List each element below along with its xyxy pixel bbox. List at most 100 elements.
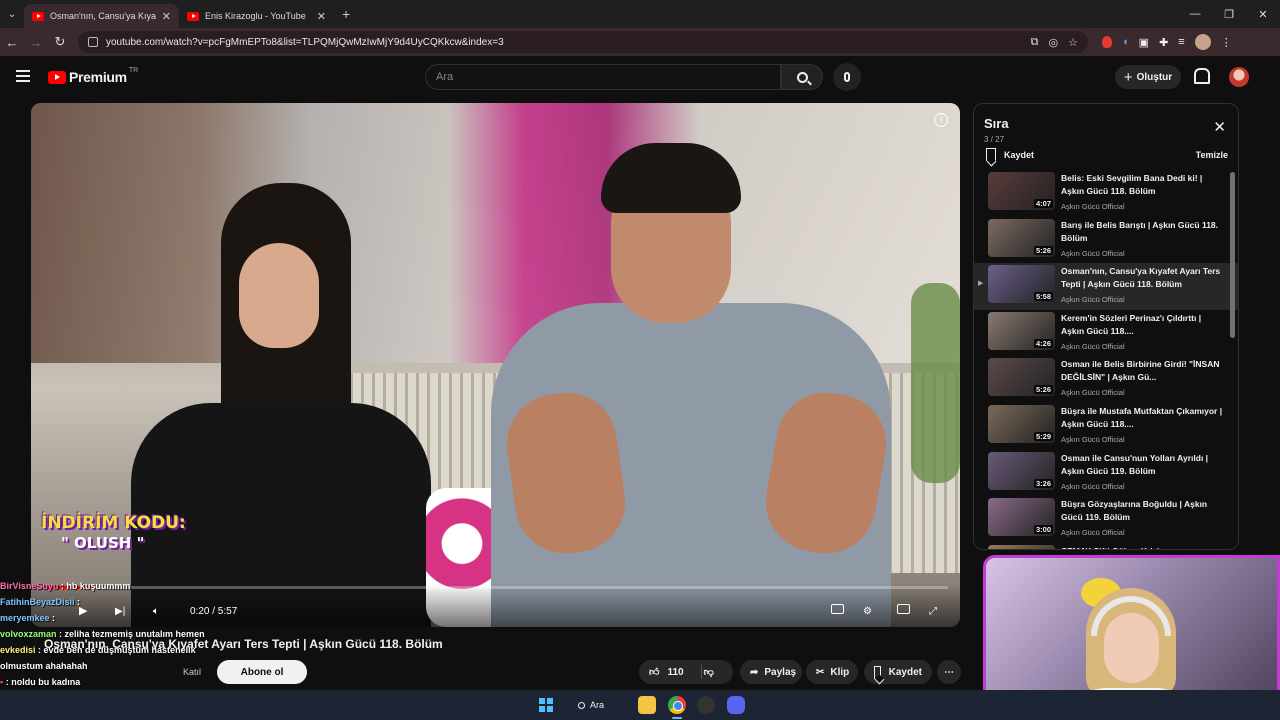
create-button[interactable]: + Oluştur [1115,65,1181,89]
like-dislike-button[interactable]: 👍︎ 110 👎︎ [639,660,733,684]
video-thumbnail[interactable] [988,544,1055,549]
browser-tab[interactable]: Enis Kirazoglu - YouTube ✕ [179,4,334,28]
queue-scrollbar[interactable] [1230,172,1235,338]
close-queue-icon[interactable]: ✕ [1213,118,1226,136]
queue-item[interactable]: ▶ 5:58 Osman'nın, Cansu'ya Kıyafet Ayarı T… [974,263,1238,310]
more-actions-button[interactable]: ⋯ [937,660,961,684]
queue-item[interactable]: 3:26 Osman ile Cansu'nun Yolları Ayrıldı … [974,450,1238,497]
minimize-icon[interactable]: — [1178,0,1212,28]
like-count: 110 [667,666,684,678]
queue-index: ▶ [978,280,984,288]
queue-item[interactable]: 5:29 Büşra ile Mustafa Mutfaktan Çıkamıyo… [974,403,1238,450]
youtube-logo[interactable]: Premium TR [48,67,138,85]
queue-item-title[interactable]: Osman ile Belis Birbirine Girdi! "İNSAN … [1061,358,1226,384]
queue-item-title[interactable]: Belis: Eski Sevgilim Bana Dedi ki! | Aşk… [1061,172,1226,198]
chat-message: FatihinBeyazDisii : [0,597,81,607]
video-thumbnail[interactable]: 3:00 [988,498,1055,537]
extension-red-icon[interactable] [1102,36,1112,48]
save-button[interactable]: Kaydet [864,660,932,684]
video-thumbnail[interactable]: 4:26 [988,311,1055,350]
bookmark-star-icon[interactable]: ☆ [1068,36,1078,49]
video-thumbnail[interactable]: 5:26 [988,358,1055,397]
eye-off-icon[interactable]: ◎ [1049,36,1059,49]
tab-title: Enis Kirazoglu - YouTube [205,11,306,21]
bookmark-icon [874,665,881,679]
queue-item-title[interactable]: Osman'nın, Cansu'ya Kıyafet Ayarı Ters T… [1061,265,1226,291]
thumbs-down-icon[interactable]: 👎︎ [704,666,714,678]
queue-item-title[interactable]: Osman ile Cansu'nun Yolları Ayrıldı | Aş… [1061,452,1226,478]
queue-item-title[interactable]: CEMAY Çifti Gülme Krizine... [1061,545,1226,549]
queue-item-title[interactable]: Barış ile Belis Barıştı | Aşkın Gücü 118… [1061,219,1226,245]
notifications-bell-icon[interactable] [1193,68,1210,84]
subtitles-icon[interactable] [831,604,844,617]
browser-tab-active[interactable]: Osman'nın, Cansu'ya Kıyafet Ay ✕ [24,4,179,28]
queue-clear-button[interactable]: Temizle [1196,150,1228,160]
settings-gear-icon[interactable]: ⚙ [863,606,872,617]
video-thumbnail[interactable]: 5:29 [988,404,1055,443]
new-tab-button[interactable]: + [342,6,350,22]
tab-close-icon[interactable]: ✕ [162,10,171,23]
queue-item-title[interactable]: Büşra Gözyaşlarına Boğuldu | Aşkın Gücü … [1061,498,1226,524]
queue-item[interactable]: 3:00 Büşra Gözyaşlarına Boğuldu | Aşkın G… [974,496,1238,543]
promo-line1: İNDİRİM KODU: [41,513,186,533]
media-list-icon[interactable]: ≡ [1178,36,1184,48]
tab-search-button[interactable]: ⌄ [0,0,24,28]
youtube-favicon-icon [187,11,199,21]
video-player[interactable]: İNDİRİM KODU: " OLUSH " i ▶ ▶| 🔈︎ 0:20 /… [31,103,960,627]
search-placeholder: Ara [436,71,454,83]
back-icon[interactable]: ← [0,35,24,50]
taskbar-search[interactable]: Ara [578,696,604,714]
chrome-icon[interactable] [668,696,686,714]
queue-item-channel: Aşkın Gücü Official [1061,341,1125,351]
menu-icon[interactable] [16,70,30,82]
queue-item[interactable]: 5:26 Osman ile Belis Birbirine Girdi! "İN… [974,356,1238,403]
logo-text: Premium [69,69,127,85]
queue-list: 4:07 Belis: Eski Sevgilim Bana Dedi ki! |… [974,170,1238,549]
queue-item-title[interactable]: Kerem'in Sözleri Perinaz'ı Çıldırttı | A… [1061,312,1226,338]
forward-icon[interactable]: → [24,35,48,50]
queue-item[interactable]: 4:26 Kerem'in Sözleri Perinaz'ı Çıldırttı… [974,310,1238,357]
search-input[interactable]: Ara [425,64,781,90]
queue-save-button[interactable]: Kaydet [986,148,1034,161]
queue-item-channel: Aşkın Gücü Official [1061,481,1125,491]
browser-tab-strip: ⌄ Osman'nın, Cansu'ya Kıyafet Ay ✕ Enis … [0,0,1280,28]
clip-button[interactable]: ✂ Klip [806,660,858,684]
search-button[interactable] [781,64,823,90]
site-info-icon[interactable] [88,37,98,47]
profile-avatar[interactable] [1194,34,1211,50]
video-duration: 4:07 [1033,199,1053,208]
video-thumbnail[interactable]: 5:58 [988,265,1055,304]
kebab-menu-icon[interactable]: ⋮ [1221,36,1232,49]
close-window-icon[interactable]: ✕ [1246,0,1280,28]
puzzle-icon[interactable]: ✚ [1159,36,1168,49]
queue-item[interactable]: 4:07 Belis: Eski Sevgilim Bana Dedi ki! |… [974,170,1238,217]
theater-mode-icon[interactable] [897,604,910,617]
extension-icon[interactable]: ▣ [1139,36,1149,49]
app-icon[interactable] [697,696,715,714]
queue-item[interactable]: CEMAY Çifti Gülme Krizine... [974,543,1238,549]
fullscreen-icon[interactable]: ⤢ [929,606,937,617]
queue-item-title[interactable]: Büşra ile Mustafa Mutfaktan Çıkamıyor | … [1061,405,1226,431]
video-thumbnail[interactable]: 4:07 [988,172,1055,210]
extension-audio-icon[interactable]: ◖ [1122,36,1129,48]
chat-message: meryemkee : [0,613,56,623]
video-thumbnail[interactable]: 3:26 [988,451,1055,490]
cast-icon[interactable]: ⧉ [1031,36,1039,49]
file-explorer-icon[interactable] [638,696,656,714]
info-icon[interactable]: i [934,113,948,127]
voice-search-button[interactable] [833,63,861,91]
address-bar-row: ← → ↻ youtube.com/watch?v=pcFgMmEPTo8&li… [0,28,1280,56]
windows-start-icon[interactable] [539,698,553,712]
video-frame-woman [101,183,431,627]
discord-icon[interactable] [727,696,745,714]
subscribe-button[interactable]: Abone ol [217,660,307,684]
restore-icon[interactable]: ❐ [1212,0,1246,28]
reload-icon[interactable]: ↻ [48,34,72,50]
share-button[interactable]: ➦ Paylaş [740,660,802,684]
account-avatar[interactable] [1229,67,1249,87]
video-thumbnail[interactable]: 5:26 [988,218,1055,257]
queue-item[interactable]: 5:26 Barış ile Belis Barıştı | Aşkın Gücü… [974,217,1238,264]
url-field[interactable]: youtube.com/watch?v=pcFgMmEPTo8&list=TLP… [78,31,1088,53]
thumbs-up-icon[interactable]: 👍︎ [649,666,659,678]
tab-close-icon[interactable]: ✕ [317,10,326,23]
